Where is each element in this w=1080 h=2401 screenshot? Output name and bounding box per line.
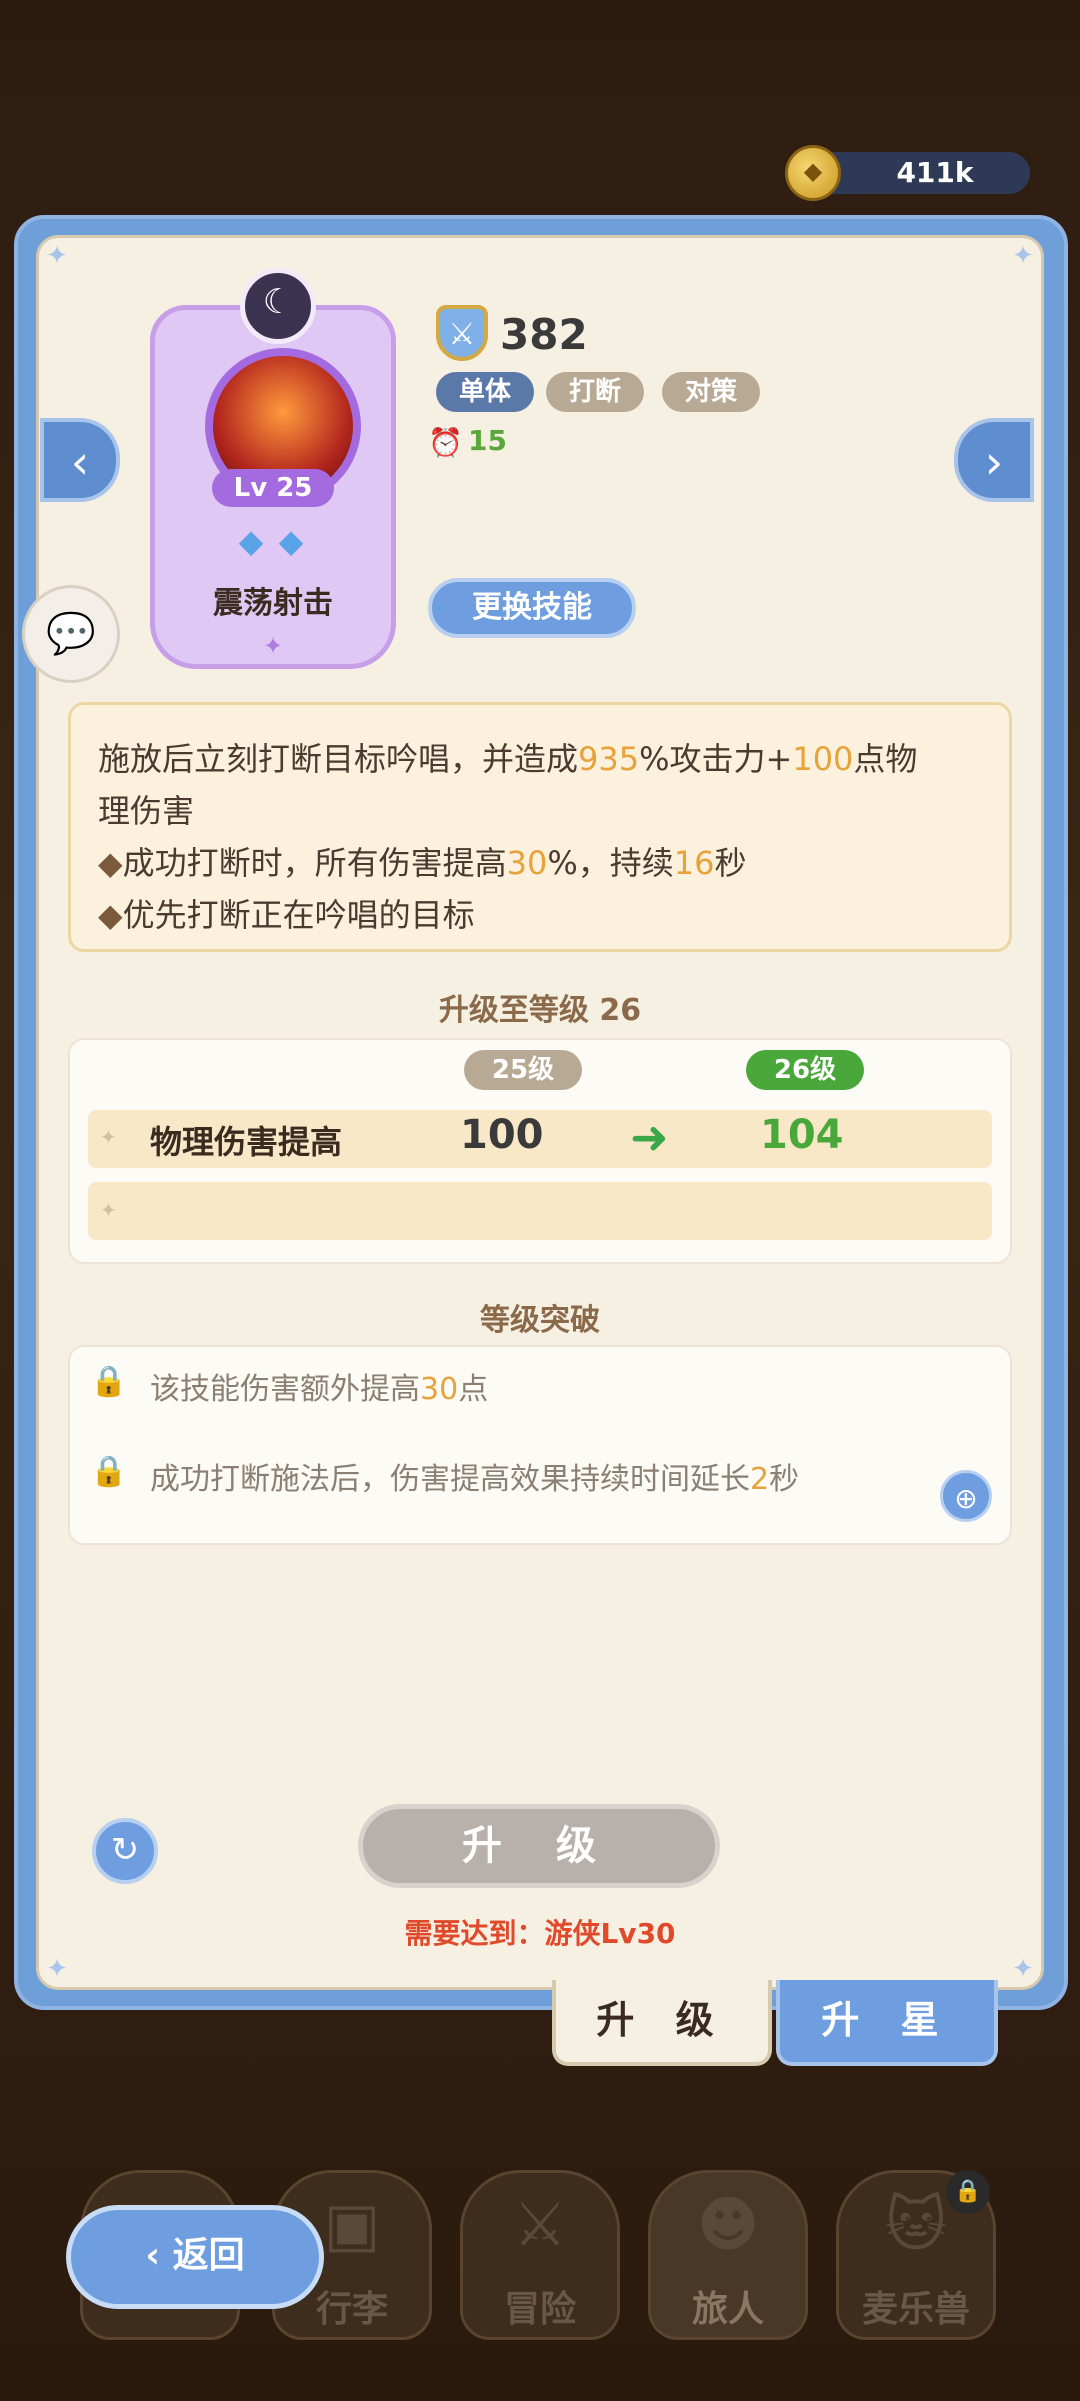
lock-icon: 🔒 — [90, 1364, 128, 1399]
sparkle-icon: ✦ — [262, 632, 284, 660]
back-arrow-icon: ‹ — [145, 2235, 173, 2276]
arrow-right-icon: ➜ — [630, 1110, 669, 1164]
current-level-pill: 25级 — [464, 1050, 582, 1090]
breakthrough-item-2: 成功打断施法后，伤害提高效果持续时间延长2秒 — [150, 1462, 800, 1497]
back-button[interactable]: ‹ 返回 — [66, 2205, 324, 2309]
chat-bubble-icon[interactable]: 💬 — [22, 585, 120, 683]
next-level-pill: 26级 — [746, 1050, 864, 1090]
lock-icon: 🔒 — [946, 2170, 990, 2214]
upgrade-button[interactable]: 升 级 — [358, 1804, 720, 1888]
gold-coin-icon: ◆ — [785, 145, 841, 201]
row-star-icon: ✦ — [100, 1125, 117, 1149]
stat-current-value: 100 — [460, 1112, 544, 1158]
hero-portrait-icon: ☻ — [696, 2190, 760, 2260]
description-line-2: 理伤害 — [98, 792, 195, 830]
sword-shield-icon: ⚔ — [436, 305, 488, 361]
star-diamond-icon: ◆ — [238, 522, 264, 560]
breakthrough-section-title: 等级突破 — [480, 1303, 600, 1338]
description-line-1: 施放后立刻打断目标吟唱，并造成935%攻击力+100点物 — [98, 740, 918, 778]
description-line-3: ◆成功打断时，所有伤害提高30%，持续16秒 — [98, 844, 747, 882]
nav-label-adventure: 冒险 — [503, 2289, 576, 2330]
tab-star-up[interactable]: 升 星 — [776, 1980, 998, 2066]
corner-ornament-icon: ✦ — [1012, 241, 1034, 271]
moon-icon: ☾ — [240, 268, 316, 344]
back-label: 返回 — [172, 2235, 245, 2276]
breakthrough-item-1: 该技能伤害额外提高30点 — [150, 1372, 489, 1407]
refresh-icon[interactable]: ↻ — [92, 1818, 158, 1884]
corner-ornament-icon: ✦ — [46, 241, 68, 271]
stat-next-value: 104 — [760, 1112, 844, 1158]
upgrade-requirement: 需要达到：游侠Lv30 — [404, 1917, 676, 1950]
star-diamond-icon: ◆ — [278, 522, 304, 560]
upgrade-section-title: 升级至等级 26 — [438, 993, 642, 1028]
stat-label: 物理伤害提高 — [150, 1123, 343, 1161]
zoom-in-icon[interactable]: ⊕ — [940, 1470, 992, 1522]
row-star-icon: ✦ — [100, 1198, 117, 1222]
cooldown-value: 15 — [468, 424, 507, 457]
nav-label-pet: 麦乐兽 — [861, 2289, 970, 2330]
skill-name: 震荡射击 — [213, 586, 333, 621]
tag-interrupt: 打断 — [546, 372, 644, 412]
skill-level-badge: Lv 25 — [212, 469, 334, 507]
tag-single-target: 单体 — [436, 372, 534, 412]
currency-value: 411k — [896, 156, 974, 189]
next-skill-button[interactable]: › — [954, 418, 1034, 502]
alarm-clock-icon: ⏰ — [428, 426, 463, 459]
description-line-4: ◆优先打断正在吟唱的目标 — [98, 896, 475, 934]
nav-label-traveler: 旅人 — [691, 2289, 764, 2330]
stat-row-empty — [88, 1182, 992, 1240]
corner-ornament-icon: ✦ — [1012, 1954, 1034, 1984]
lock-icon: 🔒 — [90, 1454, 128, 1489]
prev-skill-button[interactable]: ‹ — [40, 418, 120, 502]
tab-upgrade[interactable]: 升 级 — [552, 1980, 772, 2066]
change-skill-button[interactable]: 更换技能 — [428, 578, 636, 638]
crossed-swords-icon: ⚔ — [513, 2190, 567, 2260]
corner-ornament-icon: ✦ — [46, 1954, 68, 1984]
power-value: 382 — [500, 310, 588, 359]
tag-counter: 对策 — [662, 372, 760, 412]
